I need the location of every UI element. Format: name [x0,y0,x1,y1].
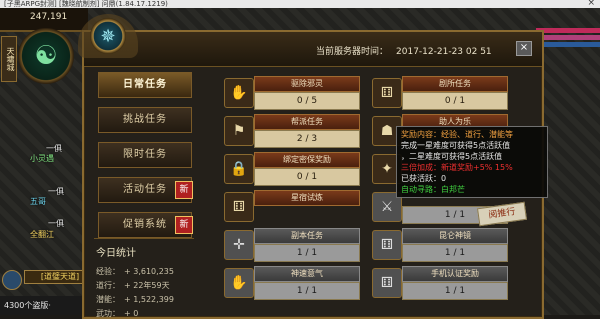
stats-value: + 0 [124,309,139,318]
hand-icon: ✋ [224,78,254,108]
task-card[interactable]: ✋ 神速意气 1 / 1 [224,266,360,301]
tooltip-line: 三倍加成：新道奖励+5% 15% [401,163,513,172]
tab-label: 限时任务 [123,149,167,160]
new-badge: 新 [175,216,193,234]
map-player-label: 五哥 [30,197,46,206]
server-time-label: 当前服务器时间： [316,47,389,57]
map-player-label: 一俱 [48,219,64,228]
tab-event-tasks[interactable]: 活动任务新 [98,177,193,203]
task-card[interactable]: ✛ 副本任务 1 / 1 [224,228,360,263]
map-player-label: 小灵遇 [30,154,54,163]
task-card[interactable]: ⚅ 星宿试炼 [224,190,360,225]
tooltip-line: 已获活跃：0 [401,174,447,183]
cross-icon: ✛ [224,230,254,260]
task-name: 昆仑神镜 [402,228,508,244]
dice-icon: ⚅ [372,230,402,260]
tab-daily-tasks[interactable]: 日常任务 [98,72,192,98]
stats-row: 道行： + 22年59天 [96,280,194,291]
server-time-value: 2017-12-21-23 02 51 [396,47,492,57]
task-card[interactable]: ✋ 驱除邪灵 0 / 5 [224,76,360,111]
task-progress: 0 / 5 [254,92,360,110]
status-bars [536,28,600,56]
task-name: 星宿试炼 [254,190,360,206]
tab-label: 活动任务 [123,184,167,195]
task-progress: 1 / 1 [402,282,508,300]
city-name-plate: 天墉城 [1,36,17,82]
tooltip-line: ，二星难度可获得5点活跃值 [401,152,503,161]
task-progress: 1 / 1 [402,244,508,262]
stats-label: 道行： [96,281,120,290]
task-progress: 1 / 1 [254,282,360,300]
stats-row: 经验： + 3,610,235 [96,266,194,277]
tooltip-line: 完成一星难度可获得5点活跃值 [401,141,511,150]
task-name: 副本任务 [254,228,360,244]
stats-value: + 3,610,235 [124,267,174,276]
dice-icon: ⚅ [372,78,402,108]
tab-challenge-tasks[interactable]: 挑战任务 [98,107,192,133]
hand-icon: ✋ [224,268,254,298]
task-name: 手机认证奖励 [402,266,508,282]
map-player-label: 一俱 [48,187,64,196]
map-player-label: 全翻江 [30,230,54,239]
hud-score: 247,191 [30,12,68,22]
task-card[interactable]: ⚑ 帮派任务 2 / 3 [224,114,360,149]
task-category-nav: 日常任务 挑战任务 限时任务 活动任务新 促销系统新 [98,72,193,247]
chat-bottom-bar: 4300个盗版· [0,296,92,315]
tab-label: 促销系统 [123,219,167,230]
task-name: 剧所任务 [402,76,508,92]
tooltip-line: 自动寻路：白邦芒 [401,185,465,194]
banner-icon: ⚑ [224,116,254,146]
task-card[interactable]: ⚅ 手机认证奖励 1 / 1 [372,266,508,301]
stats-label: 经验： [96,267,120,276]
character-portrait-icon[interactable]: ☯ [18,28,74,84]
tab-limited-tasks[interactable]: 限时任务 [98,142,192,168]
panel-close-button[interactable]: × [516,41,532,56]
task-card[interactable]: ⚅ 昆仑神镜 1 / 1 [372,228,508,263]
stats-row: 武功： + 0 [96,308,194,319]
task-tooltip: 奖励内容：经验、道行、潜能等 完成一星难度可获得5点活跃值 ，二星难度可获得5点… [396,126,548,198]
task-progress: 1 / 1 [254,244,360,262]
task-emblem-icon: ✵ [90,18,126,54]
tab-promotion-system[interactable]: 促销系统新 [98,212,193,238]
tab-label: 挑战任务 [123,114,167,125]
dice-icon: ⚅ [224,192,254,222]
task-progress: 2 / 3 [254,130,360,148]
stats-value: + 1,522,399 [124,295,174,304]
server-time: 当前服务器时间： 2017-12-21-23 02 51 [316,44,492,57]
task-card[interactable]: 🔒 绑定密保奖励 0 / 1 [224,152,360,187]
stats-label: 潜能： [96,295,120,304]
minimap-orb-icon[interactable] [2,270,22,290]
hp-bar [536,28,600,33]
new-badge: 新 [175,181,193,199]
dice-icon: ⚅ [372,268,402,298]
task-name: 神速意气 [254,266,360,282]
tab-label: 日常任务 [123,79,167,90]
stats-label: 武功： [96,309,120,318]
task-progress: 0 / 1 [402,92,508,110]
task-progress: 0 / 1 [254,168,360,186]
stats-heading: 今日统计 [96,248,136,259]
window-close-icon[interactable]: × [587,0,595,8]
task-name: 驱除邪灵 [254,76,360,92]
task-name: 帮派任务 [254,114,360,130]
stats-row: 潜能： + 1,522,399 [96,294,194,305]
mp-bar [536,35,600,40]
exp-bar [536,42,600,47]
daily-stats: 今日统计 经验： + 3,610,235 道行： + 22年59天 潜能： + 1,5… [94,238,194,319]
stats-value: + 22年59天 [124,281,170,290]
task-card[interactable]: ⚅ 剧所任务 0 / 1 [372,76,508,111]
lock-icon: 🔒 [224,154,254,184]
task-name: 绑定密保奖励 [254,152,360,168]
tooltip-line: 奖励内容：经验、道行、潜能等 [401,130,513,139]
